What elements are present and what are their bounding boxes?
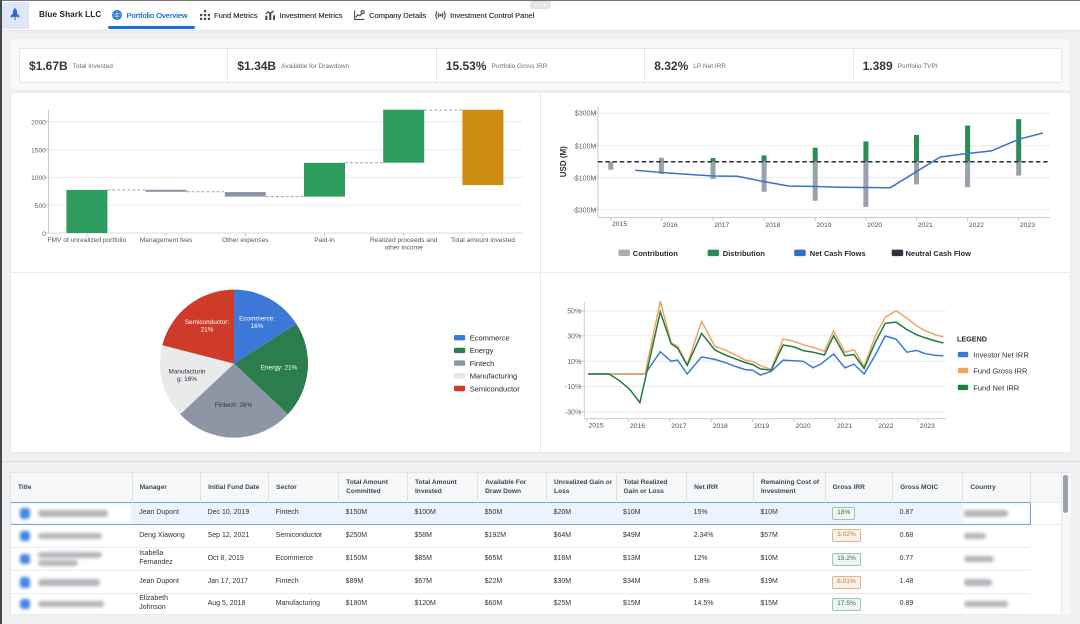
svg-text:Management fees: Management fees xyxy=(140,237,193,244)
svg-text:Manufacturin: Manufacturin xyxy=(169,368,206,375)
svg-text:30%: 30% xyxy=(567,333,581,340)
svg-text:Fintech: 26%: Fintech: 26% xyxy=(215,402,253,409)
svg-text:LEGEND: LEGEND xyxy=(957,335,987,344)
svg-text:$300M: $300M xyxy=(575,111,597,118)
svg-text:2015: 2015 xyxy=(588,422,603,429)
svg-text:2022: 2022 xyxy=(878,423,893,430)
svg-text:0: 0 xyxy=(42,231,46,238)
svg-text:Distribution: Distribution xyxy=(722,249,764,258)
svg-text:Net Cash Flows: Net Cash Flows xyxy=(809,249,865,258)
svg-text:2021: 2021 xyxy=(917,222,932,229)
svg-text:1500: 1500 xyxy=(31,148,46,155)
svg-text:Other expenses: Other expenses xyxy=(222,237,269,244)
svg-text:2016: 2016 xyxy=(662,222,677,229)
svg-text:$100M: $100M xyxy=(575,144,597,151)
svg-text:10%: 10% xyxy=(567,359,581,366)
svg-text:Contribution: Contribution xyxy=(632,249,677,258)
svg-text:other income: other income xyxy=(385,245,423,252)
svg-text:Neutral Cash Flow: Neutral Cash Flow xyxy=(905,249,971,258)
svg-text:Semiconductor:: Semiconductor: xyxy=(185,319,230,326)
svg-text:2023: 2023 xyxy=(919,423,934,430)
svg-text:2017: 2017 xyxy=(671,423,686,430)
svg-text:2018: 2018 xyxy=(765,222,780,229)
svg-text:Fund Gross IRR: Fund Gross IRR xyxy=(973,366,1028,375)
svg-text:Fintech: Fintech xyxy=(470,359,495,368)
svg-text:Investor Net IRR: Investor Net IRR xyxy=(973,350,1029,359)
svg-text:-$100M: -$100M xyxy=(572,176,596,183)
svg-text:50%: 50% xyxy=(567,308,581,315)
svg-text:2018: 2018 xyxy=(712,423,727,430)
svg-text:Ecommerce: Ecommerce xyxy=(470,333,510,342)
svg-text:2019: 2019 xyxy=(816,222,831,229)
svg-text:2019: 2019 xyxy=(754,423,769,430)
svg-text:500: 500 xyxy=(35,203,46,210)
svg-text:Paid-in: Paid-in xyxy=(314,237,335,244)
svg-text:2023: 2023 xyxy=(1020,222,1035,229)
svg-text:-30%: -30% xyxy=(565,409,581,416)
svg-text:Energy: Energy xyxy=(470,346,494,355)
svg-text:16%: 16% xyxy=(251,323,264,330)
svg-text:21%: 21% xyxy=(201,326,214,333)
svg-text:g: 16%: g: 16% xyxy=(177,376,197,383)
svg-text:2016: 2016 xyxy=(630,423,645,430)
svg-text:Total amount invested: Total amount invested xyxy=(451,237,515,244)
svg-text:USD (M): USD (M) xyxy=(559,146,568,177)
svg-text:2000: 2000 xyxy=(31,120,46,127)
svg-text:2020: 2020 xyxy=(867,222,882,229)
svg-text:2017: 2017 xyxy=(714,222,729,229)
svg-text:Fund Net IRR: Fund Net IRR xyxy=(973,383,1019,392)
svg-text:Ecommerce:: Ecommerce: xyxy=(239,315,275,322)
svg-text:FMV of unrealized portfolio: FMV of unrealized portfolio xyxy=(48,237,127,244)
svg-text:-10%: -10% xyxy=(565,384,581,391)
svg-text:2022: 2022 xyxy=(968,222,983,229)
svg-text:Manufacturing: Manufacturing xyxy=(470,371,518,380)
svg-text:2021: 2021 xyxy=(837,423,852,430)
svg-text:2015: 2015 xyxy=(612,221,627,228)
svg-text:1000: 1000 xyxy=(31,175,46,182)
svg-text:Realized proceeds and: Realized proceeds and xyxy=(370,237,438,244)
svg-text:2020: 2020 xyxy=(795,423,810,430)
svg-text:Energy: 21%: Energy: 21% xyxy=(261,364,298,371)
svg-text:-$300M: -$300M xyxy=(572,208,596,215)
svg-text:Semiconductor: Semiconductor xyxy=(470,384,521,393)
